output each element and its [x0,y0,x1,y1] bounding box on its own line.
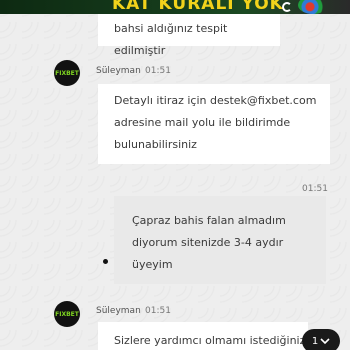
message-line: diyorum sitenizde 3-4 aydır [132,236,284,249]
sender-name: Süleyman [96,306,141,316]
message-line: Çapraz bahis falan almadım [132,214,286,227]
avatar: FIXBET [54,301,80,327]
sender-name: Süleyman [96,66,141,76]
message-text: Sizlere yardımcı olmamı istediğiniz [114,334,306,347]
swirl-logo-icon [298,0,328,14]
avatar-logo-text: FIXBET [55,69,79,77]
bullet-dot-icon [103,259,108,264]
scroll-to-new-messages-button[interactable]: 1 [302,329,340,350]
loading-icon [282,2,292,12]
agent-message-bubble: bahsi aldığınız tespit edilmiştir [98,14,280,57]
unread-count: 1 [311,335,319,347]
message-line: bulunabilirsiniz [114,138,197,151]
promo-banner[interactable]: KAT KURALI YOK [0,0,350,14]
chevron-down-icon [320,337,330,345]
agent-message-bubble: Detaylı itiraz için destek@fixbet.com ad… [98,84,330,164]
message-time: 01:51 [302,184,328,194]
message-line: üyeyim [132,258,173,271]
user-message-bubble: Çapraz bahis falan almadım diyorum siten… [114,196,326,284]
message-time: 01:51 [145,66,171,76]
avatar: FIXBET [54,60,80,86]
avatar-logo-text: FIXBET [55,310,79,318]
banner-text: KAT KURALI YOK [112,0,284,14]
agent-message-bubble: Sizlere yardımcı olmamı istediğiniz [98,322,308,350]
message-time: 01:51 [145,306,171,316]
message-text: bahsi aldığınız tespit edilmiştir [114,22,228,57]
message-line: Detaylı itiraz için destek@fixbet.com [114,94,317,107]
message-line: adresine mail yolu ile bildirimde [114,116,291,129]
